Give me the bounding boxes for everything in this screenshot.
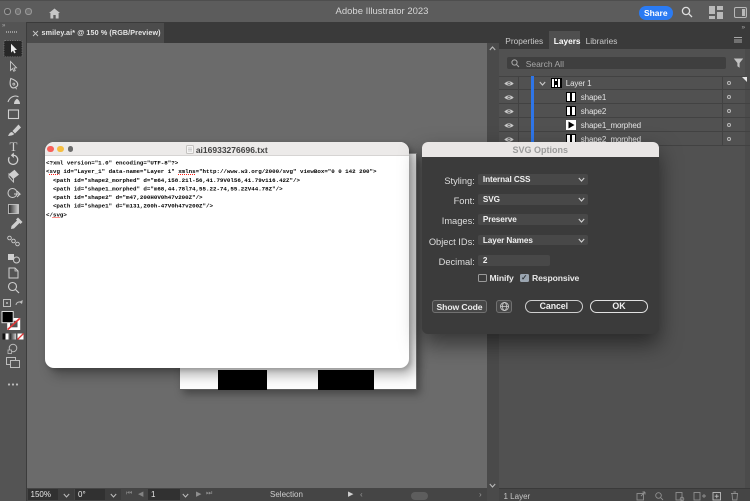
svg-text:T: T [10, 139, 18, 154]
